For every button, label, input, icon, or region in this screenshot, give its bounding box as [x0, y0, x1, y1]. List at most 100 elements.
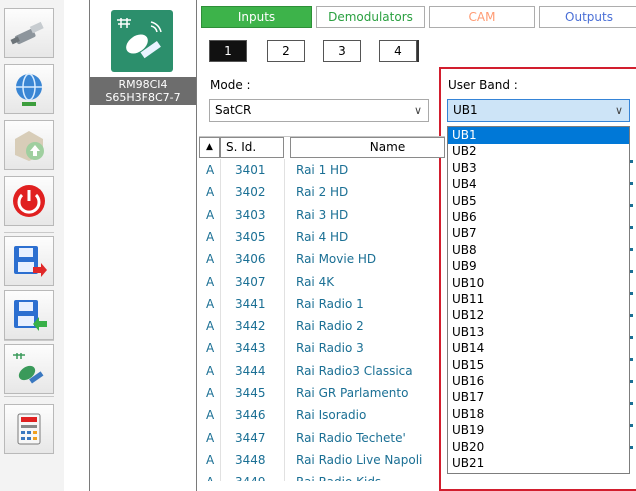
clipped-marker: [630, 270, 633, 273]
table-row[interactable]: A 3402 Rai 2 HD: [199, 181, 445, 203]
row-sid: 3444: [235, 363, 266, 378]
main-tabs: Inputs Demodulators CAM Outputs: [201, 6, 636, 28]
calculator-icon[interactable]: [4, 404, 54, 454]
row-sid: 3446: [235, 408, 266, 423]
row-flag: A: [206, 296, 215, 311]
user-band-option[interactable]: UB21: [448, 455, 629, 472]
user-band-option[interactable]: UB12: [448, 307, 629, 324]
table-row[interactable]: A 3441 Rai Radio 1: [199, 293, 445, 315]
row-sid: 3449: [235, 471, 266, 481]
clipped-column-markers: [630, 160, 636, 470]
clipped-marker: [630, 182, 633, 185]
user-band-option[interactable]: UB11: [448, 291, 629, 308]
row-flag: A: [206, 341, 215, 356]
user-band-option[interactable]: UB2: [448, 143, 629, 160]
row-name: Rai Isoradio: [296, 408, 367, 423]
tab-input-4[interactable]: 4: [379, 40, 417, 62]
row-name: Rai Movie HD: [296, 252, 377, 267]
table-row[interactable]: A 3405 Rai 4 HD: [199, 226, 445, 248]
tab-input-1[interactable]: 1: [209, 40, 247, 62]
row-sid: 3443: [235, 341, 266, 356]
satellite-antenna-icon[interactable]: [4, 344, 54, 394]
user-band-option[interactable]: UB1: [448, 127, 629, 144]
tab-input-3[interactable]: 3: [323, 40, 361, 62]
user-band-option[interactable]: UB19: [448, 422, 629, 439]
table-row[interactable]: A 3407 Rai 4K: [199, 271, 445, 293]
row-sid: 3406: [235, 252, 266, 267]
device-label[interactable]: RM98CI4 S65H3F8C7-7: [90, 77, 196, 105]
services-table: ▲ S. Id. Name A 3401 Rai 1 HD A 3402 Rai 2 HD…: [199, 136, 445, 481]
row-name: Rai Radio 2: [296, 319, 364, 334]
sort-ascending-icon[interactable]: ▲: [199, 137, 220, 158]
user-band-dropdown-list: UB1 UB2 UB3 UB4 UB5 UB6 UB7 UB8 UB9 UB10 UB11 UB12 U…: [447, 126, 630, 474]
user-band-option[interactable]: UB17: [448, 389, 629, 406]
save-to-device-icon[interactable]: [4, 236, 54, 286]
device-serial: S65H3F8C7-7: [105, 91, 181, 104]
network-globe-icon[interactable]: [4, 64, 54, 114]
user-band-option[interactable]: UB10: [448, 275, 629, 292]
table-row[interactable]: A 3445 Rai GR Parlamento: [199, 382, 445, 404]
user-band-option[interactable]: UB14: [448, 340, 629, 357]
user-band-option[interactable]: UB9: [448, 258, 629, 275]
row-sid: 3402: [235, 185, 266, 200]
tab-demodulators[interactable]: Demodulators: [316, 6, 425, 28]
user-band-option[interactable]: UB8: [448, 242, 629, 259]
table-row[interactable]: A 3403 Rai 3 HD: [199, 204, 445, 226]
tab-outputs[interactable]: Outputs: [539, 6, 636, 28]
mode-value: SatCR: [215, 103, 252, 117]
table-row[interactable]: A 3401 Rai 1 HD: [199, 159, 445, 181]
user-band-value: UB1: [453, 103, 478, 117]
user-band-option[interactable]: UB13: [448, 324, 629, 341]
row-name: Rai GR Parlamento: [296, 386, 409, 400]
user-band-option[interactable]: UB16: [448, 373, 629, 390]
upload-package-icon[interactable]: [4, 120, 54, 170]
table-row[interactable]: A 3443 Rai Radio 3: [199, 337, 445, 359]
row-sid: 3403: [235, 207, 266, 222]
clipped-marker: [630, 160, 633, 163]
row-flag: A: [206, 319, 215, 334]
clipped-marker: [630, 248, 633, 251]
row-name: Rai Radio Techete': [296, 430, 406, 445]
user-band-option[interactable]: UB6: [448, 209, 629, 226]
power-icon[interactable]: [4, 176, 54, 226]
user-band-option[interactable]: UB18: [448, 406, 629, 423]
left-toolbar: [0, 0, 64, 491]
table-row[interactable]: A 3448 Rai Radio Live Napoli: [199, 449, 445, 471]
user-band-option[interactable]: UB5: [448, 193, 629, 210]
row-flag: A: [206, 229, 215, 244]
user-band-option[interactable]: UB4: [448, 176, 629, 193]
user-band-option[interactable]: UB20: [448, 439, 629, 456]
row-flag: A: [206, 471, 214, 481]
column-header-sid[interactable]: S. Id.: [220, 137, 284, 158]
clipped-marker: [630, 424, 633, 427]
table-row[interactable]: A 3444 Rai Radio3 Classica: [199, 360, 445, 382]
user-band-label: User Band :: [448, 78, 518, 92]
row-flag: A: [206, 363, 215, 378]
row-name: Rai Radio Kids: [296, 471, 381, 481]
table-row[interactable]: A 3406 Rai Movie HD: [199, 248, 445, 270]
column-header-name[interactable]: Name: [290, 137, 445, 158]
tab-inputs[interactable]: Inputs: [201, 6, 312, 28]
user-band-option[interactable]: UB7: [448, 225, 629, 242]
mode-select[interactable]: SatCR ∨: [209, 99, 429, 122]
clipped-marker: [630, 380, 633, 383]
clipped-marker: [630, 204, 633, 207]
tab-cam[interactable]: CAM: [429, 6, 535, 28]
table-row[interactable]: A 3447 Rai Radio Techete': [199, 427, 445, 449]
user-band-select[interactable]: UB1 ∨: [447, 99, 630, 122]
table-row[interactable]: A 3449 Rai Radio Kids: [199, 471, 445, 481]
row-name: Rai Radio3 Classica: [296, 363, 413, 378]
usb-connect-icon[interactable]: [4, 8, 54, 58]
row-name: Rai 2 HD: [296, 185, 349, 200]
table-row[interactable]: A 3446 Rai Isoradio: [199, 404, 445, 426]
row-flag: A: [206, 408, 215, 423]
user-band-option[interactable]: UB15: [448, 357, 629, 374]
table-row[interactable]: A 3442 Rai Radio 2: [199, 315, 445, 337]
mode-label: Mode :: [210, 78, 251, 92]
load-from-device-icon[interactable]: [4, 290, 54, 340]
tab-input-2[interactable]: 2: [267, 40, 305, 62]
table-header: ▲ S. Id. Name: [199, 137, 445, 158]
row-flag: A: [206, 163, 215, 177]
user-band-option[interactable]: UB3: [448, 160, 629, 177]
device-satellite-icon[interactable]: [111, 10, 173, 72]
